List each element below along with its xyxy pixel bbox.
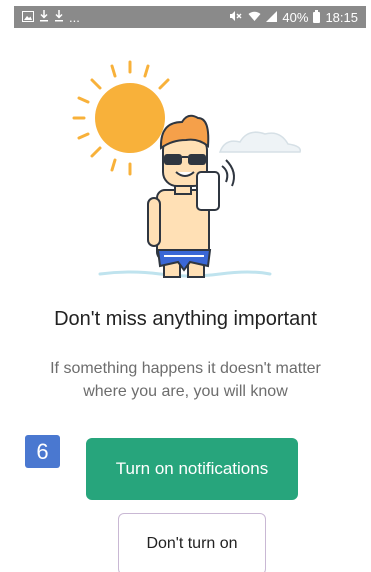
page-title: Don't miss anything important [54,308,317,330]
turn-on-notifications-button[interactable]: Turn on notifications [86,438,298,500]
wifi-icon [248,11,261,24]
download-icon [39,10,49,24]
status-more: ... [69,9,80,25]
image-icon [22,10,34,24]
download-icon [54,10,64,24]
step-badge: 6 [25,435,60,468]
page-subtitle: If something happens it doesn't matter w… [50,360,321,400]
status-right: 40% 18:15 [229,9,358,25]
person-sunbathing-with-phone-illustration [60,60,310,290]
signal-icon [266,10,278,24]
status-left: ... [22,10,80,24]
mute-icon [229,10,243,24]
battery-percent: 40% [282,9,309,25]
cloud-icon [218,131,301,153]
status-bar: ... 40% 18:15 [14,6,366,28]
battery-icon [313,9,321,23]
status-time: 18:15 [325,9,358,25]
dont-turn-on-button[interactable]: Don't turn on [118,513,266,572]
water-icon [98,270,272,278]
